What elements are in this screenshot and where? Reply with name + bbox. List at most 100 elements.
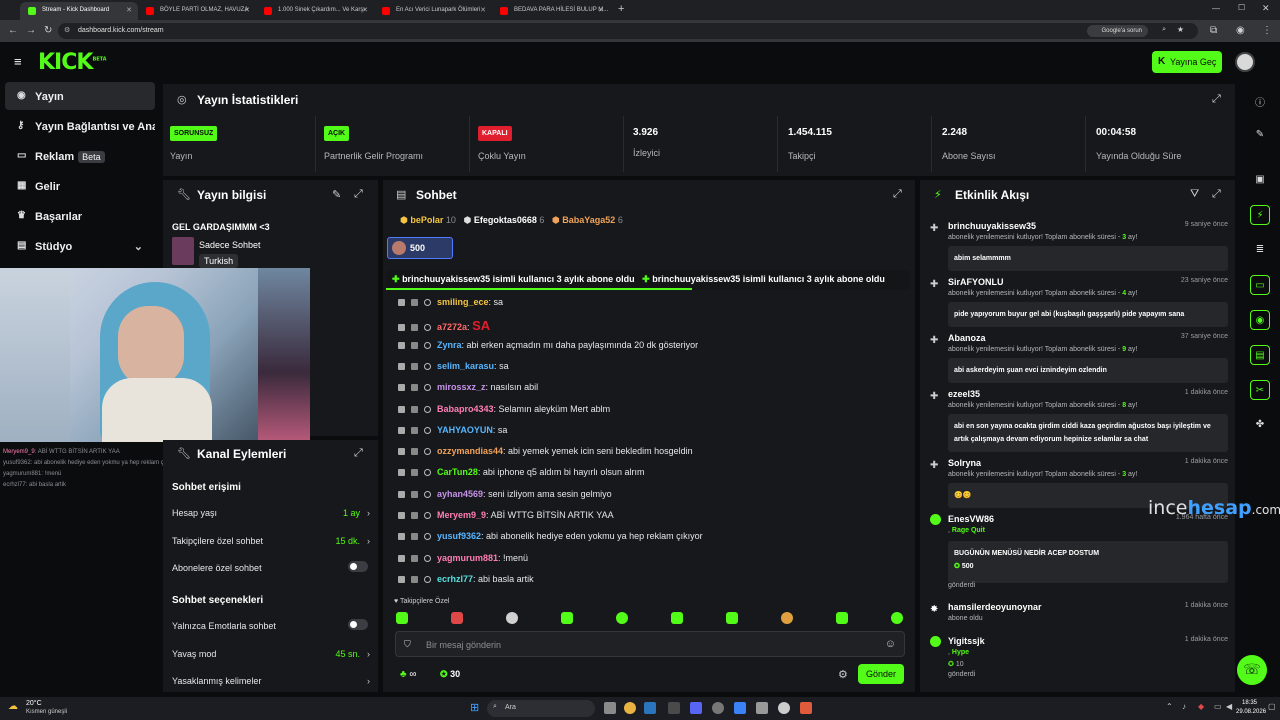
ban-icon[interactable] <box>424 469 431 477</box>
lightning-icon[interactable]: ⚡︎ <box>1250 205 1270 225</box>
tray-icon[interactable]: ◆ <box>1198 702 1204 711</box>
chat-icon[interactable]: ▭ <box>1250 275 1270 295</box>
tray-chevron-icon[interactable]: ⌃ <box>1166 702 1173 711</box>
account-age-setting[interactable]: Hesap yaşı 1 ay › <box>172 508 372 518</box>
expand-icon[interactable]: ⤢ <box>1212 188 1221 201</box>
ban-icon[interactable] <box>424 342 431 350</box>
ban-icon[interactable] <box>424 512 431 520</box>
chat-username[interactable]: ayhan4569 <box>437 489 483 499</box>
bookmark-star-icon[interactable]: ★ <box>1177 25 1184 34</box>
emote-icon[interactable] <box>671 612 683 624</box>
timeout-icon[interactable] <box>411 342 418 350</box>
chat-username[interactable]: a7272a <box>437 322 467 332</box>
activity-username[interactable]: Abanoza <box>948 333 986 343</box>
ban-icon[interactable] <box>424 384 431 392</box>
close-tab-icon[interactable]: ✕ <box>244 6 250 14</box>
timeout-icon[interactable] <box>411 427 418 435</box>
activity-username[interactable]: EnesVW86 <box>948 514 994 524</box>
activity-username[interactable]: brinchuuyakissew35 <box>948 221 1036 231</box>
tray-icon[interactable]: ♪ <box>1182 702 1186 711</box>
emote-only-toggle[interactable] <box>348 619 368 630</box>
app-icon[interactable] <box>734 702 746 714</box>
save-icon[interactable]: ▤ <box>1250 345 1270 365</box>
forward-icon[interactable]: → <box>26 25 36 36</box>
taskbar-search[interactable]: ⌕ Ara <box>487 700 595 717</box>
wrench-icon[interactable]: ✂ <box>1250 380 1270 400</box>
ban-icon[interactable] <box>424 491 431 499</box>
activity-username[interactable]: ezeel35 <box>948 389 980 399</box>
delete-message-icon[interactable] <box>398 406 405 414</box>
window-close-icon[interactable]: ✕ <box>1262 3 1270 14</box>
apps-icon[interactable]: ✤ <box>1250 415 1270 435</box>
timeout-icon[interactable] <box>411 384 418 392</box>
reload-icon[interactable]: ↻ <box>44 25 52 36</box>
gifter-name[interactable]: Efegoktas0668 <box>474 215 537 225</box>
browser-tab[interactable]: BEDAVA PARA HİLESİ BULUP M... ✕ <box>492 2 610 20</box>
edit-icon[interactable]: ✎ <box>332 188 341 201</box>
app-icon[interactable] <box>800 702 812 714</box>
expand-icon[interactable]: ⤢ <box>354 447 363 460</box>
support-chat-button[interactable]: ☏ <box>1237 655 1267 685</box>
browser-tab[interactable]: BÖYLE PARTİ OLMAZ, HAVUZA ✕ <box>138 2 256 20</box>
chat-username[interactable]: ecrhzl77 <box>437 574 473 584</box>
app-icon[interactable] <box>756 702 768 714</box>
notification-icon[interactable]: ▢ <box>1268 702 1276 711</box>
timeout-icon[interactable] <box>411 576 418 584</box>
emote-icon[interactable] <box>506 612 518 624</box>
ban-icon[interactable] <box>424 406 431 414</box>
delete-message-icon[interactable] <box>398 533 405 541</box>
pinned-gift[interactable]: 500 <box>387 237 453 259</box>
delete-message-icon[interactable] <box>398 448 405 456</box>
google-ask-button[interactable]: Google'a sorun <box>1087 25 1148 37</box>
discord-icon[interactable] <box>690 702 702 714</box>
sidebar-item-stream-key[interactable]: ⚷Yayın Bağlantısı ve Anahtarı <box>5 112 155 140</box>
zoom-icon[interactable]: ⌕ <box>1162 26 1166 34</box>
slow-mode-setting[interactable]: Yavaş mod 45 sn. › <box>172 649 372 659</box>
chat-username[interactable]: Meryem9_9 <box>437 510 486 520</box>
info-icon[interactable]: ⓘ <box>1250 90 1270 110</box>
steam-icon[interactable] <box>644 702 656 714</box>
edit-icon[interactable]: ✎ <box>1250 125 1270 145</box>
minimize-icon[interactable]: — <box>1212 4 1220 13</box>
new-tab-button[interactable]: + <box>618 3 624 15</box>
gifter-name[interactable]: bePolar <box>410 215 443 225</box>
emote-icon[interactable] <box>561 612 573 624</box>
timeout-icon[interactable] <box>411 491 418 499</box>
ban-icon[interactable] <box>424 576 431 584</box>
activity-username[interactable]: Solryna <box>948 458 981 468</box>
network-icon[interactable]: ▭ <box>1214 702 1222 711</box>
ban-icon[interactable] <box>424 448 431 456</box>
followers-only-setting[interactable]: Takipçilere özel sohbet 15 dk. › <box>172 536 372 546</box>
delete-message-icon[interactable] <box>398 324 405 332</box>
chat-username[interactable]: Babapro4343 <box>437 404 494 414</box>
expand-icon[interactable]: ⤢ <box>354 188 363 201</box>
emote-icon[interactable] <box>616 612 628 624</box>
sidebar-item-achievements[interactable]: ♛ Başarılar <box>5 202 155 230</box>
send-button[interactable]: Gönder <box>858 664 904 684</box>
ban-icon[interactable] <box>424 363 431 371</box>
user-avatar[interactable] <box>1235 52 1255 72</box>
sidebar-item-studio[interactable]: ▤ Stüdyo ⌄ <box>5 232 155 260</box>
subs-only-toggle[interactable] <box>348 561 368 572</box>
kick-logo[interactable]: KICKBETA <box>38 50 107 75</box>
browser-tab[interactable]: 1.000 Sinek Çıkardım... Ve Karşı ✕ <box>256 2 374 20</box>
delete-message-icon[interactable] <box>398 384 405 392</box>
timeout-icon[interactable] <box>411 448 418 456</box>
expand-icon[interactable]: ⤢ <box>893 188 902 201</box>
delete-message-icon[interactable] <box>398 363 405 371</box>
timeout-icon[interactable] <box>411 469 418 477</box>
delete-message-icon[interactable] <box>398 427 405 435</box>
chat-username[interactable]: selim_karasu <box>437 361 494 371</box>
browser-tab[interactable]: Stream - Kick Dashboard ✕ <box>20 2 138 20</box>
chat-username[interactable]: yagmurum881 <box>437 553 498 563</box>
ban-icon[interactable] <box>424 299 431 307</box>
activity-username[interactable]: Yigitssjk <box>948 636 985 646</box>
emote-icon[interactable] <box>781 612 793 624</box>
sidebar-item-revenue[interactable]: ▦ Gelir <box>5 172 155 200</box>
chat-username[interactable]: ozzymandias44 <box>437 446 503 456</box>
close-tab-icon[interactable]: ✕ <box>362 6 368 14</box>
emote-icon[interactable] <box>726 612 738 624</box>
browser-menu-icon[interactable]: ⋮ <box>1262 25 1272 36</box>
back-icon[interactable]: ← <box>8 25 18 36</box>
delete-message-icon[interactable] <box>398 576 405 584</box>
